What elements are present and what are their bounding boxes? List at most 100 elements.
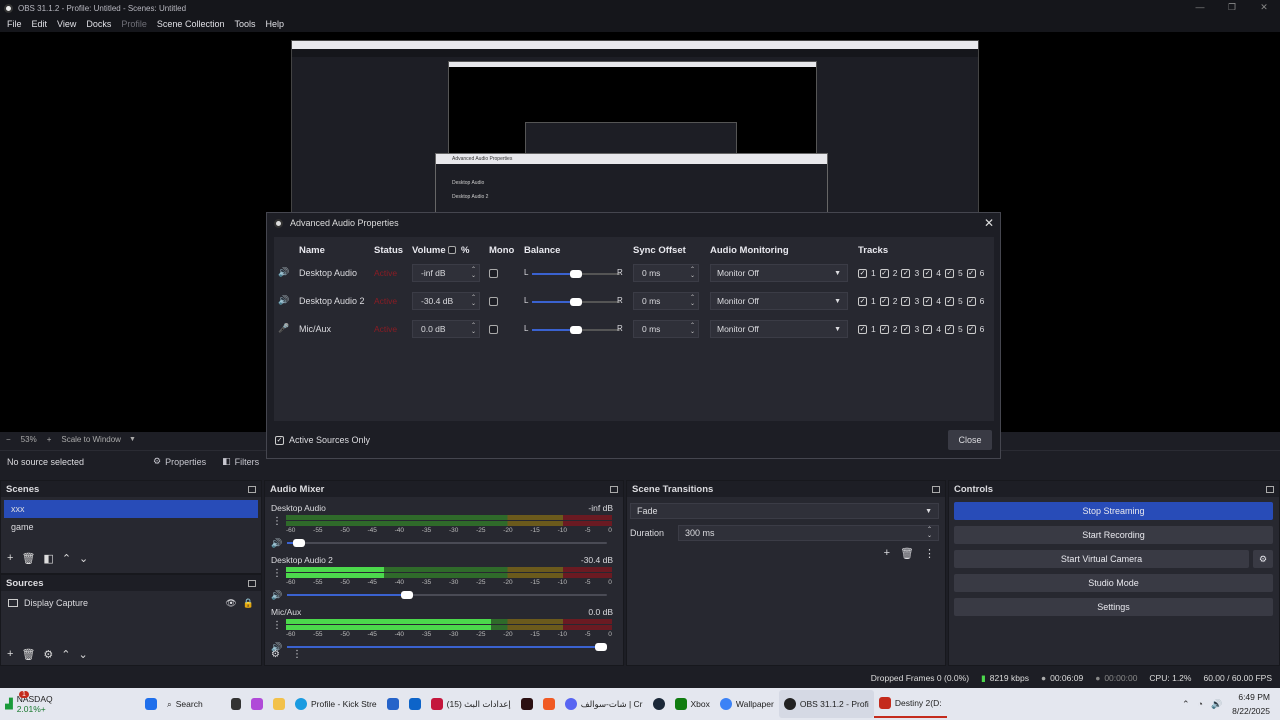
- track-checkbox[interactable]: ✓: [901, 324, 911, 334]
- track-checkbox[interactable]: ✓: [923, 296, 933, 306]
- spin-arrows-icon[interactable]: ⌃ ⌄: [471, 267, 476, 279]
- stock-widget[interactable]: ▟ NASDAQ 2.01%+ 1: [0, 690, 140, 718]
- chevron-down-icon[interactable]: ⌄: [79, 648, 88, 661]
- virtual-camera-settings-button[interactable]: ⚙: [1253, 550, 1273, 568]
- kebab-icon[interactable]: ⋮: [272, 621, 282, 631]
- chevron-up-icon[interactable]: ⌃: [61, 648, 70, 661]
- gear-icon[interactable]: ⚙: [271, 649, 280, 660]
- menu-help[interactable]: Help: [260, 19, 289, 29]
- app-dark-icon[interactable]: [516, 690, 538, 718]
- volume-knob[interactable]: [401, 591, 414, 599]
- monitoring-select[interactable]: Monitor Off ▼: [710, 320, 848, 338]
- speaker-icon[interactable]: 🔊: [1211, 699, 1222, 710]
- track-checkbox[interactable]: ✓: [944, 296, 954, 306]
- source-item[interactable]: Display Capture 👁 🔒: [1, 594, 261, 612]
- close-icon[interactable]: ✕: [984, 216, 994, 230]
- undock-icon[interactable]: [248, 485, 256, 493]
- mono-checkbox[interactable]: [489, 269, 498, 278]
- studio-mode-button[interactable]: Studio Mode: [954, 574, 1273, 592]
- mono-checkbox[interactable]: [489, 297, 498, 306]
- track-checkbox[interactable]: ✓: [858, 296, 867, 306]
- scale-mode-select[interactable]: Scale to Window: [61, 435, 121, 444]
- undock-icon[interactable]: [1266, 485, 1274, 493]
- track-checkbox[interactable]: ✓: [966, 296, 976, 306]
- chevron-down-icon[interactable]: ⌄: [79, 552, 88, 565]
- balance-knob[interactable]: [570, 326, 582, 334]
- monitoring-select[interactable]: Monitor Off ▼: [710, 292, 848, 310]
- track-checkbox[interactable]: ✓: [944, 268, 954, 278]
- taskbar-app-obs[interactable]: OBS 31.1.2 - Profi: [778, 690, 874, 718]
- balance-knob[interactable]: [570, 298, 582, 306]
- active-sources-toggle[interactable]: ✓ Active Sources Only: [275, 435, 370, 445]
- volume-spinbox[interactable]: 0.0 dB ⌃ ⌄: [412, 320, 480, 338]
- duration-spinbox[interactable]: 300 ms ⌃ ⌄: [678, 525, 939, 541]
- tray-icons[interactable]: ⌃ ◔ 🔊: [1177, 690, 1227, 718]
- spin-arrows-icon[interactable]: ⌃ ⌄: [471, 323, 476, 335]
- track-checkbox[interactable]: ✓: [923, 268, 933, 278]
- sync-offset-spinbox[interactable]: 0 ms ⌃ ⌄: [633, 292, 699, 310]
- speaker-icon[interactable]: 🔊: [271, 590, 282, 601]
- transition-select[interactable]: Fade ▼: [630, 503, 939, 519]
- taskbar-app-kick[interactable]: Profile - Kick Stre: [290, 690, 382, 718]
- start-virtual-camera-button[interactable]: Start Virtual Camera: [954, 550, 1249, 568]
- volume-spinbox[interactable]: -inf dB ⌃ ⌄: [412, 264, 480, 282]
- chevron-down-icon[interactable]: ▼: [129, 436, 136, 443]
- balance-slider[interactable]: [532, 270, 620, 278]
- stop-streaming-button[interactable]: Stop Streaming: [954, 502, 1273, 520]
- volume-slider[interactable]: [287, 539, 608, 547]
- track-checkbox[interactable]: ✓: [879, 296, 889, 306]
- filter-icon[interactable]: ◧: [43, 552, 53, 565]
- balance-slider[interactable]: [532, 326, 620, 334]
- volume-knob[interactable]: [595, 643, 608, 651]
- trash-icon[interactable]: 🗑: [21, 648, 35, 661]
- steam-icon[interactable]: [648, 690, 670, 718]
- outlook-icon[interactable]: [404, 690, 426, 718]
- explorer-icon[interactable]: [268, 690, 290, 718]
- menu-scene-collection[interactable]: Scene Collection: [152, 19, 230, 29]
- copilot-icon[interactable]: [246, 690, 268, 718]
- taskbar-app-destiny[interactable]: Destiny 2(D:: [873, 690, 947, 718]
- track-checkbox[interactable]: ✓: [944, 324, 954, 334]
- kebab-icon[interactable]: ⋮: [272, 569, 282, 579]
- balance-slider[interactable]: [532, 298, 620, 306]
- menu-tools[interactable]: Tools: [229, 19, 260, 29]
- track-checkbox[interactable]: ✓: [923, 324, 933, 334]
- menu-profile[interactable]: Profile: [116, 19, 152, 29]
- minimize-button[interactable]: —: [1184, 0, 1216, 16]
- trash-icon[interactable]: 🗑: [21, 552, 35, 565]
- kebab-icon[interactable]: ⋮: [924, 547, 935, 560]
- kebab-icon[interactable]: ⋮: [292, 649, 302, 660]
- maximize-button[interactable]: ❐: [1216, 0, 1248, 16]
- task-view-icon[interactable]: [226, 690, 246, 718]
- dialog-close-button[interactable]: Close: [948, 430, 992, 450]
- speaker-icon[interactable]: 🔊: [271, 538, 282, 549]
- spin-arrows-icon[interactable]: ⌃ ⌄: [690, 323, 695, 335]
- settings-button[interactable]: Settings: [954, 598, 1273, 616]
- close-window-button[interactable]: ✕: [1248, 0, 1280, 16]
- sync-offset-spinbox[interactable]: 0 ms ⌃ ⌄: [633, 320, 699, 338]
- trash-icon[interactable]: 🗑: [900, 547, 914, 560]
- add-transition-icon[interactable]: +: [884, 547, 890, 560]
- zoom-out-button[interactable]: −: [6, 435, 11, 444]
- scene-item-game[interactable]: game: [4, 518, 258, 536]
- taskbar-app-wallpaper[interactable]: Wallpaper: [715, 690, 779, 718]
- kebab-icon[interactable]: ⋮: [272, 517, 282, 527]
- taskbar-app-xbox[interactable]: Xbox: [670, 690, 715, 718]
- track-checkbox[interactable]: ✓: [966, 324, 976, 334]
- sync-offset-spinbox[interactable]: 0 ms ⌃ ⌄: [633, 264, 699, 282]
- windows-start-icon[interactable]: [140, 690, 162, 718]
- brave-icon[interactable]: [538, 690, 560, 718]
- eye-icon[interactable]: 👁: [225, 598, 236, 609]
- menu-view[interactable]: View: [52, 19, 81, 29]
- scene-item-xxx[interactable]: xxx: [4, 500, 258, 518]
- taskbar-app-settings[interactable]: إعدادات البث (15): [426, 690, 516, 718]
- volume-slider[interactable]: [287, 643, 608, 651]
- undock-icon[interactable]: [610, 485, 618, 493]
- menu-docks[interactable]: Docks: [81, 19, 116, 29]
- spin-arrows-icon[interactable]: ⌃ ⌄: [927, 527, 932, 539]
- percent-checkbox[interactable]: [448, 246, 456, 254]
- add-source-icon[interactable]: +: [7, 648, 13, 660]
- menu-file[interactable]: File: [2, 19, 27, 29]
- undock-icon[interactable]: [932, 485, 940, 493]
- start-recording-button[interactable]: Start Recording: [954, 526, 1273, 544]
